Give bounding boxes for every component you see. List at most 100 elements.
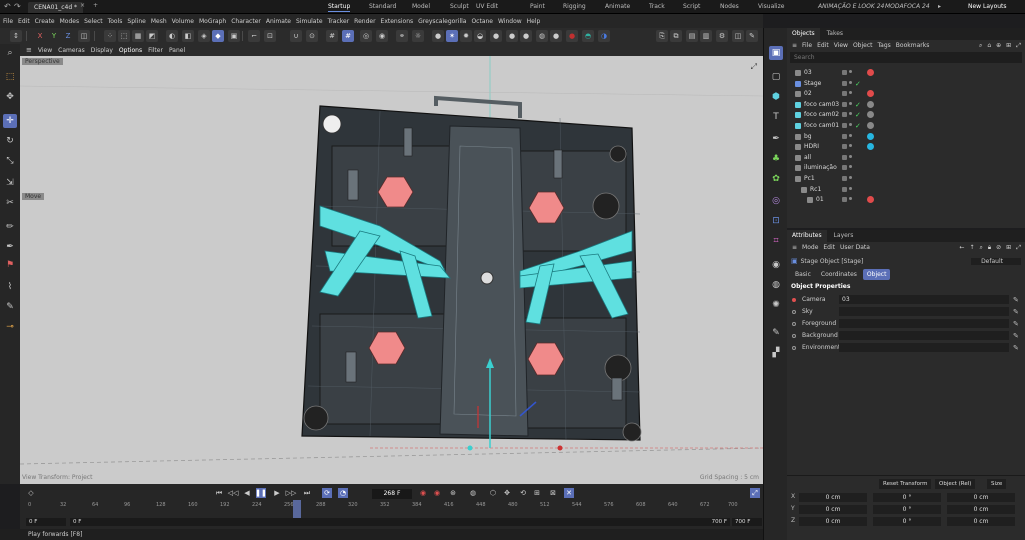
search-icon[interactable]: ⌕ — [980, 242, 983, 253]
y-axis-toggle[interactable]: Y — [48, 30, 60, 42]
start-frame-field[interactable]: 0 F — [26, 518, 66, 526]
material-sphere-icon[interactable]: ● — [490, 30, 502, 42]
go-to-start-icon[interactable]: ⏮ — [214, 488, 224, 498]
viewport-menu-filter[interactable]: Filter — [148, 47, 163, 54]
object-name[interactable]: bg — [804, 132, 812, 142]
layer-flag-icon[interactable] — [842, 91, 847, 97]
octane-material-icon[interactable]: ◒ — [474, 30, 486, 42]
field-icon[interactable]: ⊡ — [769, 214, 783, 228]
render-picture-viewer-icon[interactable]: ▥ — [700, 30, 712, 42]
go-to-end-icon[interactable]: ⏭ — [302, 488, 312, 498]
object-tag-icon[interactable] — [867, 122, 874, 129]
object-row[interactable]: Stage ✓ — [787, 79, 1025, 89]
key-param-icon[interactable]: ⊞ — [532, 488, 542, 498]
rotate-icon[interactable]: ↻ — [3, 134, 17, 148]
lock-workplane-icon[interactable]: ◎ — [360, 30, 372, 42]
end-frame-field[interactable]: 700 F — [732, 518, 762, 526]
visibility-dot-icon[interactable] — [849, 186, 852, 190]
timeline-playhead[interactable] — [293, 500, 301, 520]
object-row[interactable]: bg — [787, 132, 1025, 142]
layout-nodes[interactable]: Nodes — [720, 2, 739, 12]
object-name[interactable]: Stage — [804, 79, 821, 89]
key-selection-icon[interactable]: ⊛ — [448, 488, 458, 498]
size-mode-dropdown[interactable]: Size — [987, 479, 1007, 489]
visibility-dot-icon[interactable] — [849, 101, 852, 105]
material-red-icon[interactable]: ● — [566, 30, 578, 42]
layout-visualize[interactable]: Visualize — [758, 2, 784, 12]
attributes-menu-mode[interactable]: Mode — [802, 242, 818, 253]
menu-spline[interactable]: Spline — [127, 18, 145, 25]
layer-flag-icon[interactable] — [842, 70, 847, 75]
menu-render[interactable]: Render — [354, 18, 375, 25]
key-scale-icon[interactable]: ⟲ — [518, 488, 528, 498]
layout-rigging[interactable]: Rigging — [563, 2, 586, 12]
viewport-menu-options[interactable]: Options — [119, 47, 142, 54]
motion-clip-icon[interactable]: ◍ — [468, 488, 478, 498]
move-icon[interactable]: ✛ — [3, 114, 17, 128]
close-tab-icon[interactable]: × — [80, 2, 85, 9]
visibility-dot-icon[interactable] — [849, 154, 852, 158]
points-mode-icon[interactable]: ⁘ — [104, 30, 116, 42]
layer-flag-icon[interactable] — [842, 144, 847, 150]
edit-pen-icon[interactable]: ✎ — [1013, 343, 1019, 353]
render-queue-icon[interactable]: ▤ — [686, 30, 698, 42]
layout-animacao-e-look[interactable]: ANIMAÇÃO E LOOK 24 — [818, 2, 884, 12]
quantize-icon[interactable]: ⊡ — [264, 30, 276, 42]
enabled-check-icon[interactable]: ✓ — [855, 100, 861, 110]
object-name[interactable]: 02 — [804, 89, 812, 99]
layout-sculpt[interactable]: Sculpt — [450, 2, 469, 12]
object-name[interactable]: Pc1 — [804, 174, 815, 184]
up-arrow-icon[interactable]: ↑ — [970, 242, 975, 253]
enabled-check-icon[interactable]: ✓ — [855, 121, 861, 131]
coordinate-mode-dropdown[interactable]: Object (Rel) — [935, 479, 976, 489]
visibility-dot-icon[interactable] — [849, 112, 852, 116]
viewport-menu-panel[interactable]: Panel — [169, 47, 185, 54]
key-position-icon[interactable]: ⬡ — [488, 488, 498, 498]
rotation-x-field[interactable]: 0 ° — [873, 493, 941, 502]
edit-pen-icon[interactable]: ✎ — [1013, 307, 1019, 317]
text-icon[interactable]: T — [769, 110, 783, 124]
object-tag-icon[interactable] — [867, 69, 874, 76]
render-view-icon[interactable]: ⎘ — [656, 30, 668, 42]
layer-flag-icon[interactable] — [842, 154, 847, 160]
material-blue-icon[interactable]: ◑ — [598, 30, 610, 42]
object-name[interactable]: 01 — [816, 195, 824, 205]
objects-search-input[interactable]: Search — [790, 52, 1022, 63]
soft-selection-icon[interactable]: ◉ — [376, 30, 388, 42]
filter-icon[interactable]: ⊕ — [996, 40, 1001, 51]
objects-menu-tags[interactable]: Tags — [878, 40, 891, 51]
menu-help[interactable]: Help — [527, 18, 541, 25]
render-active-icon[interactable]: ◫ — [732, 30, 744, 42]
viewport-camera-label[interactable]: Perspective — [22, 58, 63, 65]
measure-icon[interactable]: ⊸ — [3, 320, 17, 334]
edit-pen-icon[interactable]: ✎ — [1013, 331, 1019, 341]
lock-icon[interactable]: 🔒︎ — [988, 242, 991, 253]
reset-transform-button[interactable]: Reset Transform — [879, 479, 932, 489]
edges-mode-icon[interactable]: ⬚ — [118, 30, 130, 42]
add-tab-icon[interactable]: + — [93, 2, 98, 9]
add-icon[interactable]: ⊞ — [1006, 242, 1011, 253]
material-gloss-icon[interactable]: ● — [520, 30, 532, 42]
material-teal-icon[interactable]: ◓ — [582, 30, 594, 42]
next-key-icon[interactable]: ▷▷ — [286, 488, 297, 498]
menu-octane[interactable]: Octane — [471, 18, 493, 25]
expand-icon[interactable]: ⤢ — [1016, 40, 1021, 51]
layout-script[interactable]: Script — [683, 2, 700, 12]
object-tag-icon[interactable] — [867, 132, 874, 140]
enabled-check-icon[interactable]: ✓ — [855, 79, 861, 89]
preset-dropdown[interactable]: Default — [971, 257, 1021, 265]
object-row[interactable]: 03 — [787, 68, 1025, 78]
menu-file[interactable]: File — [3, 18, 13, 25]
layout-animate[interactable]: Animate — [605, 2, 630, 12]
menu-mograph[interactable]: MoGraph — [199, 18, 226, 25]
object-tag-icon[interactable] — [867, 143, 874, 151]
key-rotation-icon[interactable]: ✥ — [502, 488, 512, 498]
next-frame-icon[interactable]: ▶ — [272, 488, 282, 498]
menu-greyscalegorilla[interactable]: Greyscalegorilla — [418, 18, 466, 25]
object-row[interactable]: all — [787, 153, 1025, 163]
tab-takes[interactable]: Takes — [822, 28, 848, 40]
rotation-y-field[interactable]: 0 ° — [873, 505, 941, 514]
z-axis-toggle[interactable]: Z — [62, 30, 74, 42]
menu-edit[interactable]: Edit — [18, 18, 30, 25]
object-name[interactable]: foco cam01 — [804, 121, 839, 131]
